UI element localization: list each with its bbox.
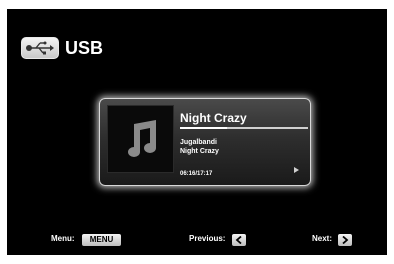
tv-screen: USB Night Crazy Jugalbandi Night Crazy 0… bbox=[7, 9, 387, 255]
music-note-icon bbox=[128, 120, 156, 157]
chevron-right-icon bbox=[342, 236, 349, 244]
chevron-left-icon bbox=[235, 236, 242, 244]
playback-time: 06:16/17:17 bbox=[180, 171, 213, 177]
next-hint-label: Next: bbox=[312, 234, 333, 243]
page-title: USB bbox=[65, 38, 104, 58]
previous-button[interactable] bbox=[232, 234, 246, 246]
album-name: Night Crazy bbox=[180, 148, 219, 155]
progress-fill bbox=[180, 127, 228, 129]
menu-button[interactable]: MENU bbox=[82, 234, 121, 246]
previous-hint-label: Previous: bbox=[189, 234, 226, 243]
album-art bbox=[107, 105, 174, 173]
menu-hint-label: Menu: bbox=[51, 234, 75, 243]
play-icon bbox=[294, 167, 299, 173]
now-playing-card[interactable]: Night Crazy Jugalbandi Night Crazy 06:16… bbox=[99, 98, 311, 186]
artist-name: Jugalbandi bbox=[180, 139, 217, 146]
usb-icon bbox=[21, 37, 59, 59]
track-title: Night Crazy bbox=[180, 111, 247, 125]
progress-bar[interactable] bbox=[180, 127, 308, 129]
next-button[interactable] bbox=[338, 234, 352, 246]
